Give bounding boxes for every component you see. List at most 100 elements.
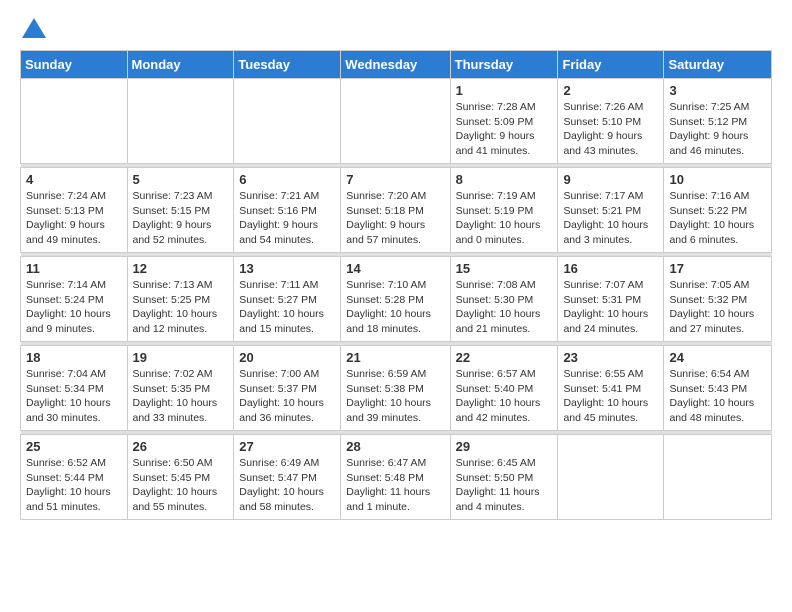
- day-detail: Sunrise: 7:26 AM Sunset: 5:10 PM Dayligh…: [563, 100, 658, 159]
- day-number: 26: [133, 439, 229, 454]
- calendar-cell: 10 Sunrise: 7:16 AM Sunset: 5:22 PM Dayli…: [664, 168, 772, 253]
- col-header-tuesday: Tuesday: [234, 51, 341, 79]
- week-row-1: 1 Sunrise: 7:28 AM Sunset: 5:09 PM Daylig…: [21, 79, 772, 164]
- day-detail: Sunrise: 6:45 AM Sunset: 5:50 PM Dayligh…: [456, 456, 553, 515]
- day-detail: Sunrise: 7:16 AM Sunset: 5:22 PM Dayligh…: [669, 189, 766, 248]
- day-number: 23: [563, 350, 658, 365]
- page: SundayMondayTuesdayWednesdayThursdayFrid…: [0, 0, 792, 536]
- calendar-cell: 9 Sunrise: 7:17 AM Sunset: 5:21 PM Daylig…: [558, 168, 664, 253]
- day-detail: Sunrise: 7:19 AM Sunset: 5:19 PM Dayligh…: [456, 189, 553, 248]
- day-number: 28: [346, 439, 444, 454]
- week-row-3: 11 Sunrise: 7:14 AM Sunset: 5:24 PM Dayli…: [21, 257, 772, 342]
- day-detail: Sunrise: 7:23 AM Sunset: 5:15 PM Dayligh…: [133, 189, 229, 248]
- day-number: 27: [239, 439, 335, 454]
- calendar-cell: 24 Sunrise: 6:54 AM Sunset: 5:43 PM Dayli…: [664, 346, 772, 431]
- logo-icon: [22, 16, 46, 40]
- day-detail: Sunrise: 6:50 AM Sunset: 5:45 PM Dayligh…: [133, 456, 229, 515]
- calendar-cell: [21, 79, 128, 164]
- day-number: 2: [563, 83, 658, 98]
- calendar-cell: 4 Sunrise: 7:24 AM Sunset: 5:13 PM Daylig…: [21, 168, 128, 253]
- calendar-cell: 8 Sunrise: 7:19 AM Sunset: 5:19 PM Daylig…: [450, 168, 558, 253]
- day-number: 5: [133, 172, 229, 187]
- day-number: 7: [346, 172, 444, 187]
- calendar-table: SundayMondayTuesdayWednesdayThursdayFrid…: [20, 50, 772, 520]
- day-number: 8: [456, 172, 553, 187]
- day-number: 25: [26, 439, 122, 454]
- day-number: 19: [133, 350, 229, 365]
- day-detail: Sunrise: 7:24 AM Sunset: 5:13 PM Dayligh…: [26, 189, 122, 248]
- day-number: 20: [239, 350, 335, 365]
- day-number: 22: [456, 350, 553, 365]
- col-header-thursday: Thursday: [450, 51, 558, 79]
- week-row-4: 18 Sunrise: 7:04 AM Sunset: 5:34 PM Dayli…: [21, 346, 772, 431]
- day-number: 4: [26, 172, 122, 187]
- col-header-wednesday: Wednesday: [341, 51, 450, 79]
- day-number: 1: [456, 83, 553, 98]
- calendar-cell: 27 Sunrise: 6:49 AM Sunset: 5:47 PM Dayli…: [234, 435, 341, 520]
- day-number: 29: [456, 439, 553, 454]
- day-number: 3: [669, 83, 766, 98]
- calendar-cell: 19 Sunrise: 7:02 AM Sunset: 5:35 PM Dayli…: [127, 346, 234, 431]
- day-detail: Sunrise: 7:02 AM Sunset: 5:35 PM Dayligh…: [133, 367, 229, 426]
- calendar-cell: 13 Sunrise: 7:11 AM Sunset: 5:27 PM Dayli…: [234, 257, 341, 342]
- day-number: 24: [669, 350, 766, 365]
- day-detail: Sunrise: 6:54 AM Sunset: 5:43 PM Dayligh…: [669, 367, 766, 426]
- calendar-cell: 29 Sunrise: 6:45 AM Sunset: 5:50 PM Dayli…: [450, 435, 558, 520]
- calendar-cell: [341, 79, 450, 164]
- day-detail: Sunrise: 6:47 AM Sunset: 5:48 PM Dayligh…: [346, 456, 444, 515]
- day-detail: Sunrise: 7:21 AM Sunset: 5:16 PM Dayligh…: [239, 189, 335, 248]
- day-number: 14: [346, 261, 444, 276]
- day-detail: Sunrise: 7:00 AM Sunset: 5:37 PM Dayligh…: [239, 367, 335, 426]
- header-row: SundayMondayTuesdayWednesdayThursdayFrid…: [21, 51, 772, 79]
- day-number: 10: [669, 172, 766, 187]
- calendar-cell: 12Sunrise: 7:13 AM Sunset: 5:25 PM Dayli…: [127, 257, 234, 342]
- day-detail: Sunrise: 6:59 AM Sunset: 5:38 PM Dayligh…: [346, 367, 444, 426]
- logo: [20, 16, 46, 40]
- calendar-cell: [234, 79, 341, 164]
- day-number: 13: [239, 261, 335, 276]
- col-header-saturday: Saturday: [664, 51, 772, 79]
- calendar-cell: 25 Sunrise: 6:52 AM Sunset: 5:44 PM Dayli…: [21, 435, 128, 520]
- week-row-2: 4 Sunrise: 7:24 AM Sunset: 5:13 PM Daylig…: [21, 168, 772, 253]
- calendar-cell: [558, 435, 664, 520]
- day-detail: Sunrise: 6:57 AM Sunset: 5:40 PM Dayligh…: [456, 367, 553, 426]
- calendar-cell: 23 Sunrise: 6:55 AM Sunset: 5:41 PM Dayli…: [558, 346, 664, 431]
- day-number: 16: [563, 261, 658, 276]
- calendar-cell: 15 Sunrise: 7:08 AM Sunset: 5:30 PM Dayli…: [450, 257, 558, 342]
- day-detail: Sunrise: 7:25 AM Sunset: 5:12 PM Dayligh…: [669, 100, 766, 159]
- day-detail: Sunrise: 7:13 AM Sunset: 5:25 PM Dayligh…: [133, 278, 229, 337]
- day-detail: Sunrise: 7:28 AM Sunset: 5:09 PM Dayligh…: [456, 100, 553, 159]
- day-detail: Sunrise: 7:07 AM Sunset: 5:31 PM Dayligh…: [563, 278, 658, 337]
- col-header-friday: Friday: [558, 51, 664, 79]
- calendar-cell: 26 Sunrise: 6:50 AM Sunset: 5:45 PM Dayli…: [127, 435, 234, 520]
- calendar-cell: 16 Sunrise: 7:07 AM Sunset: 5:31 PM Dayli…: [558, 257, 664, 342]
- header: [20, 16, 772, 40]
- day-number: 15: [456, 261, 553, 276]
- day-detail: Sunrise: 7:20 AM Sunset: 5:18 PM Dayligh…: [346, 189, 444, 248]
- day-detail: Sunrise: 7:08 AM Sunset: 5:30 PM Dayligh…: [456, 278, 553, 337]
- day-number: 11: [26, 261, 122, 276]
- day-detail: Sunrise: 7:17 AM Sunset: 5:21 PM Dayligh…: [563, 189, 658, 248]
- day-detail: Sunrise: 7:14 AM Sunset: 5:24 PM Dayligh…: [26, 278, 122, 337]
- calendar-cell: 1 Sunrise: 7:28 AM Sunset: 5:09 PM Daylig…: [450, 79, 558, 164]
- day-detail: Sunrise: 6:52 AM Sunset: 5:44 PM Dayligh…: [26, 456, 122, 515]
- col-header-monday: Monday: [127, 51, 234, 79]
- calendar-cell: [664, 435, 772, 520]
- day-detail: Sunrise: 6:55 AM Sunset: 5:41 PM Dayligh…: [563, 367, 658, 426]
- calendar-cell: 14 Sunrise: 7:10 AM Sunset: 5:28 PM Dayli…: [341, 257, 450, 342]
- day-detail: Sunrise: 7:10 AM Sunset: 5:28 PM Dayligh…: [346, 278, 444, 337]
- day-detail: Sunrise: 7:04 AM Sunset: 5:34 PM Dayligh…: [26, 367, 122, 426]
- day-detail: Sunrise: 7:05 AM Sunset: 5:32 PM Dayligh…: [669, 278, 766, 337]
- day-number: 9: [563, 172, 658, 187]
- day-number: 21: [346, 350, 444, 365]
- week-row-5: 25 Sunrise: 6:52 AM Sunset: 5:44 PM Dayli…: [21, 435, 772, 520]
- calendar-cell: [127, 79, 234, 164]
- day-detail: Sunrise: 7:11 AM Sunset: 5:27 PM Dayligh…: [239, 278, 335, 337]
- calendar-cell: 21 Sunrise: 6:59 AM Sunset: 5:38 PM Dayli…: [341, 346, 450, 431]
- calendar-cell: 28 Sunrise: 6:47 AM Sunset: 5:48 PM Dayli…: [341, 435, 450, 520]
- day-detail: Sunrise: 6:49 AM Sunset: 5:47 PM Dayligh…: [239, 456, 335, 515]
- day-number: 18: [26, 350, 122, 365]
- calendar-cell: 11 Sunrise: 7:14 AM Sunset: 5:24 PM Dayli…: [21, 257, 128, 342]
- calendar-cell: 22 Sunrise: 6:57 AM Sunset: 5:40 PM Dayli…: [450, 346, 558, 431]
- calendar-cell: 17Sunrise: 7:05 AM Sunset: 5:32 PM Dayli…: [664, 257, 772, 342]
